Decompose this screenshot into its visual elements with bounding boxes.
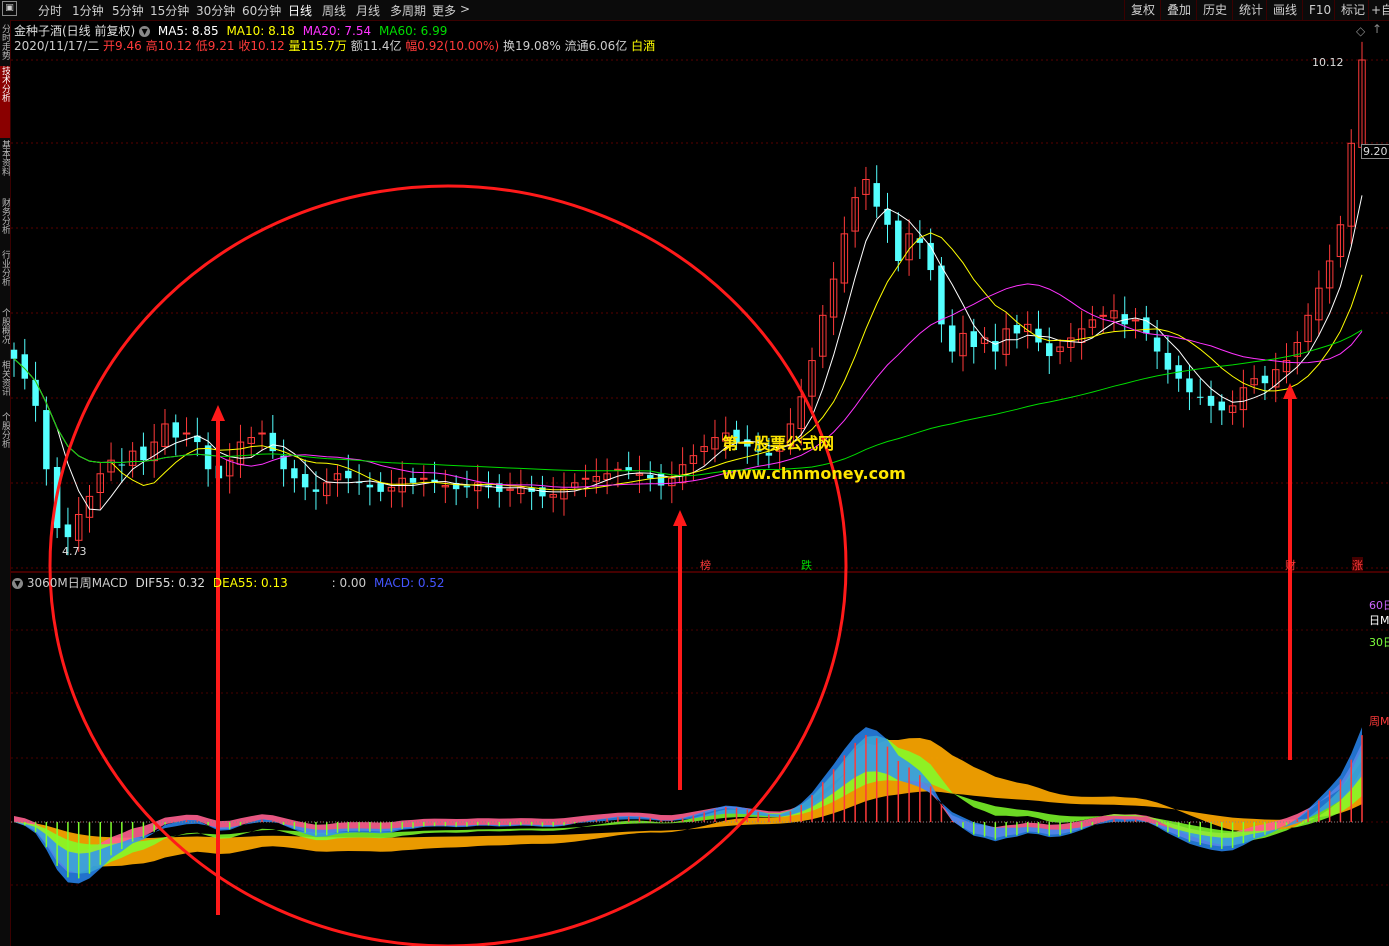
candle-body-up <box>1099 314 1107 317</box>
watermark-url: www.chnmoney.com <box>722 464 906 483</box>
candle-body-down <box>32 379 39 406</box>
candle-body-up <box>614 468 622 471</box>
indicator-name[interactable]: 3060M日周MACD <box>27 576 128 590</box>
arrow-left-head <box>211 405 225 421</box>
candle-body-down <box>366 484 374 488</box>
candle-body-down <box>377 483 384 492</box>
current-price-label: 9.20 <box>1361 144 1389 159</box>
indicator-chevron-icon[interactable]: ▼ <box>12 578 23 589</box>
candle-body-down <box>1207 395 1215 406</box>
event-tag-die[interactable]: 跌 <box>801 557 812 573</box>
candle-body-up <box>420 477 428 480</box>
label-weekly-m: 周M <box>1369 715 1389 728</box>
candlesticks <box>10 41 1366 556</box>
candle-body-down <box>43 410 50 470</box>
candle-body-down <box>140 446 147 461</box>
candle-body-down <box>1218 401 1226 411</box>
candle-body-down <box>1186 378 1193 393</box>
event-tag-zhang[interactable]: 涨 <box>1352 557 1363 573</box>
event-tag-cai[interactable]: 财 <box>1285 557 1296 573</box>
candle-body-down <box>938 265 945 325</box>
price-macd-chart <box>10 41 1389 946</box>
candle-body-down <box>1261 375 1269 384</box>
arrow-middle-head <box>673 510 687 526</box>
candle-body-down <box>873 183 880 207</box>
candle-body-down <box>463 485 471 488</box>
candle-body-down <box>1153 337 1161 352</box>
candle-body-up <box>258 432 266 435</box>
candle-body-down <box>172 422 179 438</box>
candle-body-down <box>301 474 309 488</box>
candle-body-down <box>1197 396 1204 398</box>
candle-body-down <box>1013 325 1021 334</box>
label-daily-m: 日M <box>1369 614 1389 627</box>
candle-body-down <box>948 325 956 352</box>
dif-label: DIF55: 0.32 <box>135 576 206 590</box>
indicator-header: ▼ 3060M日周MACD DIF55: 0.32 DEA55: 0.13 : … <box>12 574 445 591</box>
candle-body-down <box>895 220 902 261</box>
candle-body-down <box>291 468 298 479</box>
min-price-label: 4.73 <box>62 545 87 558</box>
watermark-title: 第一股票公式网 <box>722 434 835 453</box>
candle-body-up <box>581 477 590 480</box>
annotation-overlays <box>48 184 1297 946</box>
candle-body-down <box>647 474 654 479</box>
dea-label: DEA55: 0.13 <box>212 576 288 590</box>
candle-body-down <box>10 349 18 359</box>
event-tag-bang[interactable]: 榜 <box>700 557 711 573</box>
candle-body-down <box>970 331 978 348</box>
candle-body-down <box>409 477 417 483</box>
label-30d: 30日 <box>1369 636 1389 649</box>
label-60d: 60日 <box>1369 599 1389 612</box>
candle-body-down <box>1164 352 1172 370</box>
candle-body-down <box>345 470 352 479</box>
macd-label: MACD: 0.52 <box>374 576 445 590</box>
candle-body-down <box>118 464 126 466</box>
candle-body-up <box>182 432 191 435</box>
zero-label: : 0.00 <box>331 576 367 590</box>
candle-body-down <box>312 489 320 492</box>
candle-body-down <box>1046 343 1053 357</box>
max-price-label: 10.12 <box>1312 56 1344 69</box>
candle-body-down <box>64 524 72 538</box>
